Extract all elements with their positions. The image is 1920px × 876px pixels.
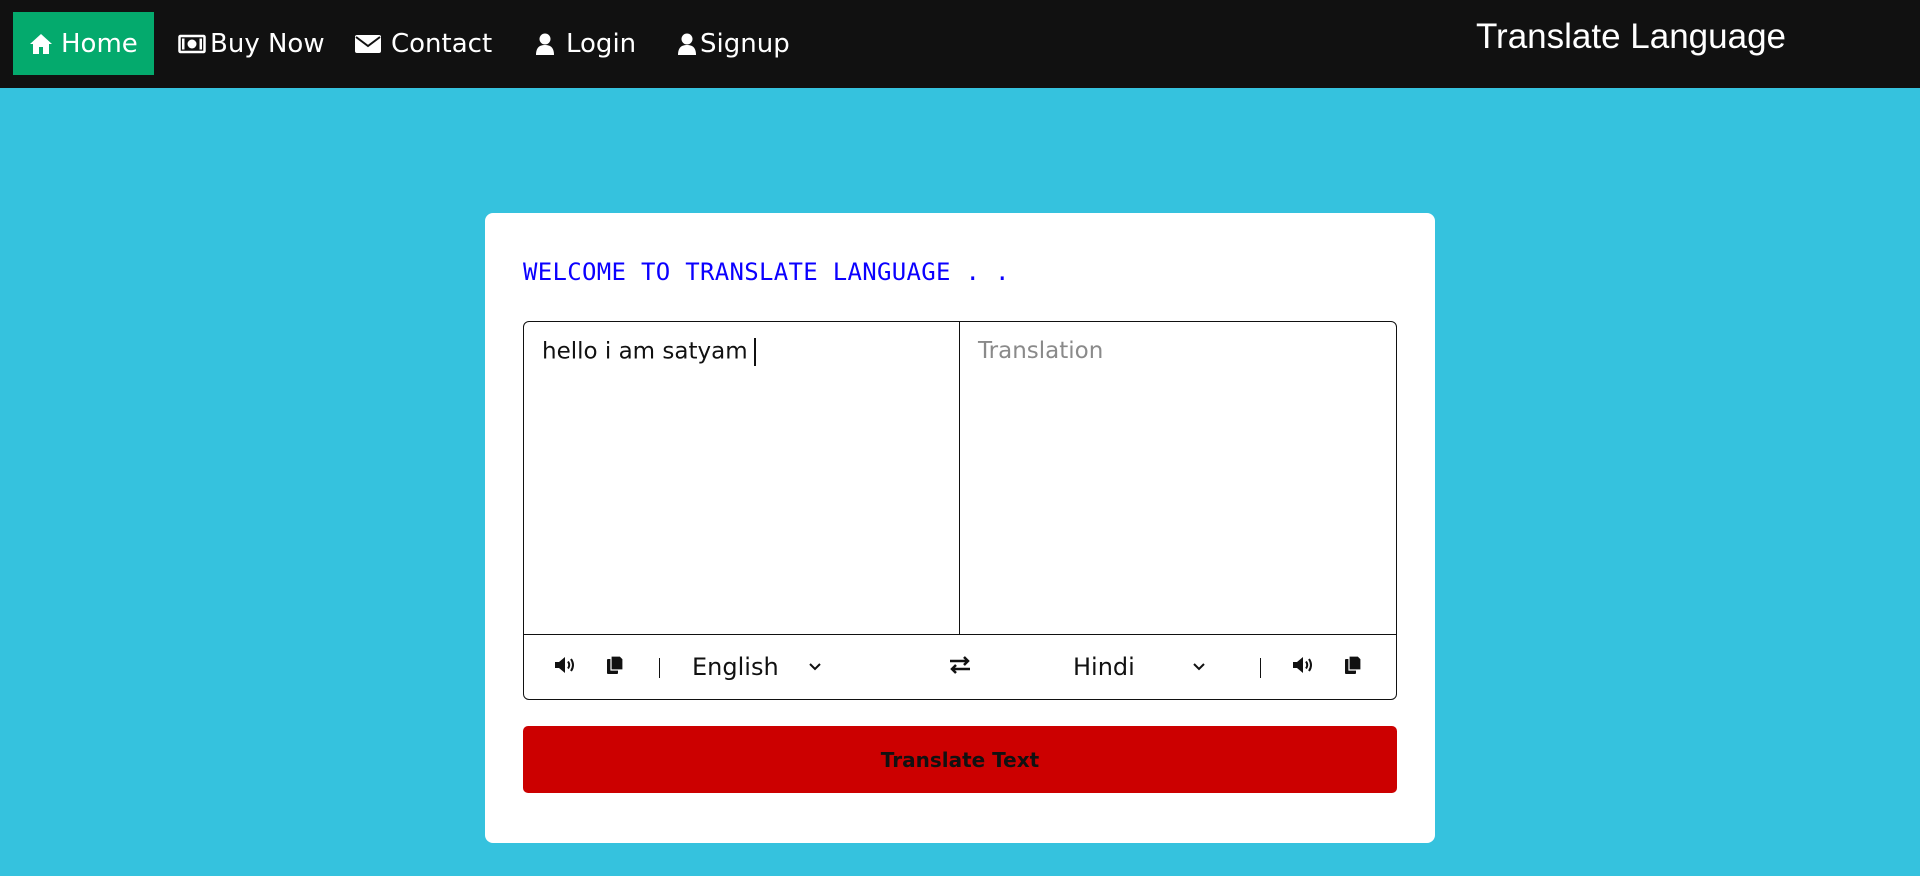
to-speak-button[interactable]: [1292, 635, 1316, 699]
money-icon: [178, 34, 206, 54]
copy-icon: [1344, 654, 1362, 680]
from-copy-button[interactable]: [606, 635, 624, 699]
top-navbar: Home Buy Now Contact Login Signup Transl…: [0, 0, 1920, 88]
nav-signup-label: Signup: [700, 28, 790, 59]
user-icon: [678, 33, 696, 55]
text-caret: [753, 338, 756, 366]
volume-icon: [554, 655, 578, 680]
to-copy-button[interactable]: [1344, 635, 1362, 699]
volume-icon: [1292, 655, 1316, 680]
translator-box: hello i am satyam Translation English Hi…: [523, 321, 1397, 700]
exchange-icon: [949, 655, 971, 680]
nav-buy-now[interactable]: Buy Now: [178, 12, 325, 75]
from-language-label: English: [692, 653, 779, 681]
envelope-icon: [355, 34, 381, 54]
from-text-area[interactable]: hello i am satyam: [524, 322, 960, 634]
nav-contact[interactable]: Contact: [355, 12, 492, 75]
to-language-select[interactable]: Hindi: [1073, 635, 1205, 699]
controls-divider: [1260, 658, 1261, 678]
nav-signup[interactable]: Signup: [678, 12, 790, 75]
text-input-area: hello i am satyam Translation: [524, 322, 1396, 635]
to-text-placeholder: Translation: [978, 338, 1104, 364]
swap-languages-button[interactable]: [949, 635, 971, 699]
translator-card: WELCOME TO TRANSLATE LANGUAGE . . hello …: [485, 213, 1435, 843]
chevron-down-icon: [808, 663, 821, 671]
from-speak-button[interactable]: [554, 635, 578, 699]
nav-home-label: Home: [61, 28, 138, 59]
brand-title: Translate Language: [1475, 17, 1786, 56]
to-language-label: Hindi: [1073, 653, 1135, 681]
home-icon: [29, 33, 53, 55]
from-language-select[interactable]: English: [692, 635, 821, 699]
copy-icon: [606, 654, 624, 680]
to-text-area[interactable]: Translation: [960, 322, 1396, 634]
chevron-down-icon: [1193, 663, 1205, 671]
welcome-heading: WELCOME TO TRANSLATE LANGUAGE . .: [523, 258, 1010, 286]
nav-login-label: Login: [566, 28, 637, 59]
translate-button[interactable]: Translate Text: [523, 726, 1397, 793]
controls-bar: English Hindi: [524, 635, 1396, 699]
nav-login[interactable]: Login: [536, 12, 636, 75]
nav-contact-label: Contact: [391, 28, 493, 59]
user-icon: [536, 33, 554, 55]
nav-buy-now-label: Buy Now: [210, 28, 325, 59]
nav-home[interactable]: Home: [13, 12, 154, 75]
controls-divider: [659, 658, 660, 678]
from-text-value: hello i am satyam: [542, 338, 748, 365]
